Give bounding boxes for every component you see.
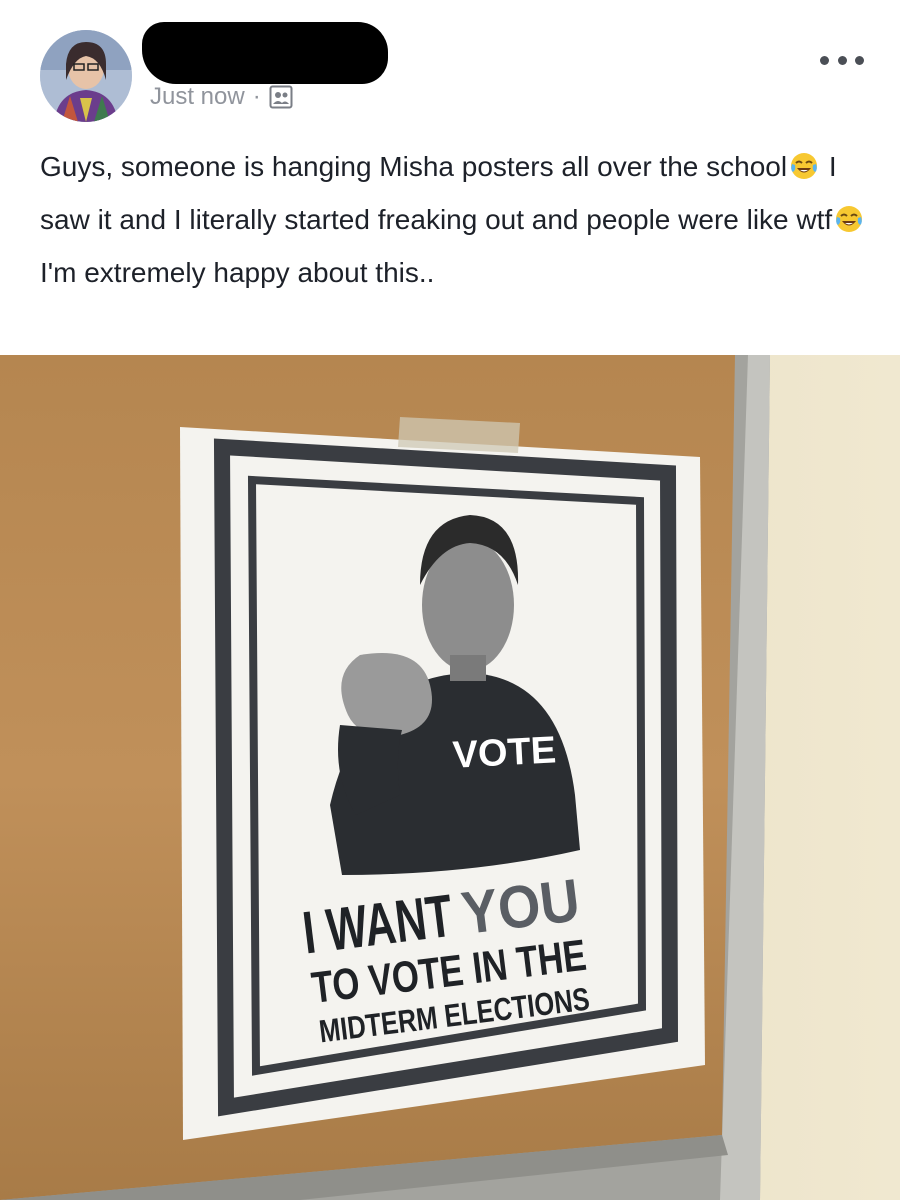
more-dot xyxy=(837,55,847,65)
tears-of-joy-emoji-icon xyxy=(834,198,864,232)
more-options-button[interactable] xyxy=(820,50,864,70)
photo-scene: VOTE I WANT YOU TO VOTE IN THE MIDTERM E… xyxy=(0,355,900,1200)
post-text-part1: Guys, someone is hanging Misha posters a… xyxy=(40,151,788,182)
post-timestamp[interactable]: Just now xyxy=(150,83,245,111)
more-dot xyxy=(855,55,864,65)
post-header: Just now · xyxy=(0,0,900,130)
avatar-image xyxy=(40,30,132,122)
friends-icon[interactable] xyxy=(269,85,293,109)
redacted-author-name xyxy=(142,22,388,84)
post-meta: Just now · xyxy=(150,82,293,112)
tape xyxy=(398,417,520,453)
poster-shirt-text: VOTE xyxy=(452,729,558,776)
more-dots-icon xyxy=(820,55,829,65)
post-body: Guys, someone is hanging Misha posters a… xyxy=(40,140,870,299)
author-avatar[interactable] xyxy=(40,30,132,122)
poster: VOTE I WANT YOU TO VOTE IN THE MIDTERM E… xyxy=(180,417,705,1140)
tears-of-joy-emoji-icon xyxy=(789,145,819,179)
post-photo[interactable]: VOTE I WANT YOU TO VOTE IN THE MIDTERM E… xyxy=(0,355,900,1200)
meta-separator: · xyxy=(252,83,261,110)
